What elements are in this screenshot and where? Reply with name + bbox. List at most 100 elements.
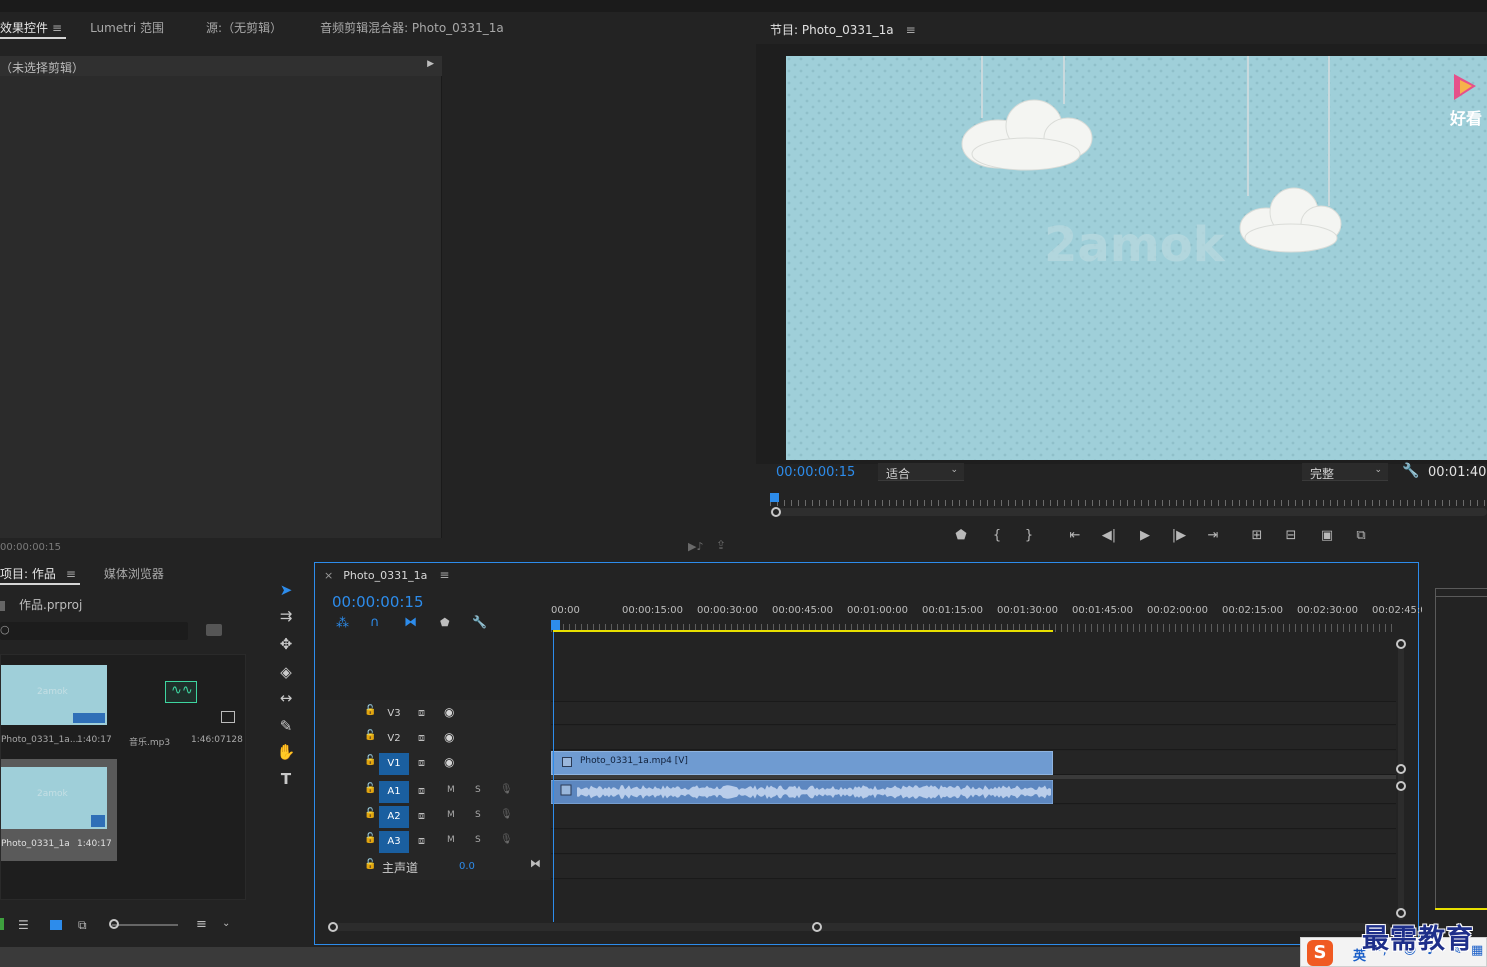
camera-icon[interactable]: ▣ [1316, 526, 1338, 546]
go-to-end-icon[interactable]: ⧓ [530, 857, 541, 870]
track-lock-icon[interactable]: 🔓 [364, 783, 376, 794]
timeline-v-scrollbar[interactable] [1398, 640, 1404, 920]
lock-toggle-icon[interactable] [0, 918, 4, 930]
panel-menu-icon[interactable]: ≡ [52, 21, 62, 35]
zoom-slider[interactable] [112, 924, 178, 926]
type-tool-icon[interactable]: T [273, 767, 299, 791]
lift-icon[interactable]: ⊞ [1246, 526, 1268, 546]
tab-lumetri-scopes[interactable]: Lumetri 范围 [76, 14, 178, 42]
track-target-v2[interactable]: V2 [379, 728, 409, 750]
audio-clip[interactable] [551, 780, 1053, 804]
compare-view-icon[interactable]: ⧉ [1350, 526, 1372, 546]
slip-tool-icon[interactable]: ↔ [273, 686, 299, 710]
project-item[interactable]: 2amok Photo_0331_1a... 1:40:17 [1, 655, 117, 755]
track-target-a1[interactable]: A1 [379, 781, 409, 803]
nest-toggle-icon[interactable]: ⁂ [336, 616, 349, 631]
timeline-timecode[interactable]: 00:00:00:15 [332, 593, 424, 611]
zoom-handle-left[interactable] [771, 507, 781, 517]
h-scroll-handle-right[interactable] [812, 922, 822, 932]
voiceover-mic-icon[interactable]: 🎙 [500, 809, 513, 820]
sync-lock-icon[interactable]: ⧈ [418, 731, 425, 745]
linked-selection-icon[interactable]: ⧓ [404, 615, 417, 630]
h-scroll-handle-left[interactable] [328, 922, 338, 932]
track-lock-icon[interactable]: 🔓 [364, 808, 376, 819]
hand-tool-icon[interactable]: ✋ [273, 740, 299, 764]
project-item[interactable]: ∿∿ 音乐.mp3 1:46:07128 [121, 655, 243, 755]
close-icon[interactable]: × [324, 569, 333, 582]
program-time-ruler[interactable] [770, 492, 1487, 518]
settings-wrench-icon[interactable]: 🔧 [1402, 463, 1419, 479]
master-lock-icon[interactable]: 🔓 [364, 859, 376, 870]
panel-menu-icon[interactable]: ≡ [66, 567, 76, 581]
razor-tool-icon[interactable]: ◈ [273, 660, 299, 684]
list-view-icon[interactable]: ☰ [18, 918, 29, 932]
master-value[interactable]: 0.0 [459, 861, 475, 872]
add-marker-icon[interactable]: ⬟ [950, 526, 972, 546]
step-back-icon[interactable]: ◀| [1098, 526, 1120, 546]
mute-button[interactable]: M [447, 810, 455, 820]
tab-audio-clip-mixer[interactable]: 音频剪辑混合器: Photo_0331_1a [306, 14, 518, 42]
panel-menu-icon[interactable]: ≡ [439, 568, 449, 582]
project-item-selected[interactable]: 2amok Photo_0331_1a 1:40:17 [1, 759, 117, 861]
zoom-select[interactable]: 适合 ⌄ [878, 463, 964, 481]
voiceover-mic-icon[interactable]: 🎙 [500, 834, 513, 845]
video-clip[interactable]: Photo_0331_1a.mp4 [V] [551, 751, 1053, 775]
tab-media-browser[interactable]: 媒体浏览器 [90, 560, 178, 588]
eye-icon[interactable]: ◉ [444, 755, 454, 769]
tab-source[interactable]: 源:（无剪辑） [192, 14, 296, 42]
freeform-view-icon[interactable]: ⧉ [78, 918, 87, 933]
sogou-logo-icon[interactable]: S [1307, 940, 1333, 966]
eye-icon[interactable]: ◉ [444, 730, 454, 744]
filter-audio-icon[interactable]: ▶♪ [688, 540, 703, 553]
chevron-down-icon[interactable]: ⌄ [222, 918, 230, 929]
tab-effect-controls[interactable]: 效果控件 ≡ [0, 14, 76, 42]
timeline-ruler[interactable]: 00:00 00:00:15:00 00:00:30:00 00:00:45:00 00… [551, 600, 1427, 636]
pen-tool-icon[interactable]: ✎ [273, 714, 299, 738]
mute-button[interactable]: M [447, 785, 455, 795]
eye-icon[interactable]: ◉ [444, 705, 454, 719]
quality-select[interactable]: 完整 ⌄ [1302, 463, 1388, 481]
voiceover-mic-icon[interactable]: 🎙 [500, 784, 513, 795]
mark-in-icon[interactable]: { [986, 526, 1008, 546]
solo-button[interactable]: S [475, 810, 481, 820]
timeline-settings-wrench-icon[interactable]: 🔧 [472, 615, 487, 629]
timeline-h-scrollbar[interactable] [330, 923, 1390, 931]
project-search-input[interactable]: ○ [0, 622, 188, 640]
tab-project[interactable]: 项目: 作品 ≡ [0, 560, 90, 588]
track-select-tool-icon[interactable]: ⇉ [273, 604, 299, 628]
track-lock-icon[interactable]: 🔓 [364, 833, 376, 844]
export-frame-icon[interactable]: ⇪ [716, 538, 726, 552]
mark-out-icon[interactable]: } [1018, 526, 1040, 546]
sort-icon[interactable]: ≡ [196, 917, 207, 932]
sync-lock-icon[interactable]: ⧈ [418, 706, 425, 720]
extract-icon[interactable]: ⊟ [1280, 526, 1302, 546]
program-timecode[interactable]: 00:00:00:15 [776, 465, 855, 480]
track-target-a3[interactable]: A3 [379, 831, 409, 853]
selection-tool-icon[interactable]: ➤ [273, 578, 299, 602]
v-scroll-handle[interactable] [1396, 639, 1406, 649]
track-target-v3[interactable]: V3 [379, 703, 409, 725]
new-bin-search-icon[interactable] [206, 624, 222, 636]
solo-button[interactable]: S [475, 785, 481, 795]
add-marker-icon[interactable]: ⬟ [440, 616, 450, 629]
timeline-playhead-marker[interactable] [551, 620, 560, 630]
track-target-a2[interactable]: A2 [379, 806, 409, 828]
play-icon[interactable]: ▶ [1134, 526, 1156, 546]
step-forward-icon[interactable]: |▶ [1168, 526, 1190, 546]
zoom-slider-handle[interactable] [109, 919, 119, 929]
timeline-tab[interactable]: × Photo_0331_1a ≡ [324, 568, 449, 582]
track-lock-icon[interactable]: 🔓 [364, 730, 376, 741]
playhead-marker[interactable] [770, 493, 779, 502]
sync-lock-icon[interactable]: ⧈ [418, 784, 425, 798]
panel-menu-icon[interactable]: ≡ [906, 23, 916, 37]
track-target-v1[interactable]: V1 [379, 753, 409, 775]
sync-lock-icon[interactable]: ⧈ [418, 809, 425, 823]
sync-lock-icon[interactable]: ⧈ [418, 834, 425, 848]
ripple-edit-tool-icon[interactable]: ✥ [273, 632, 299, 656]
go-to-in-icon[interactable]: ⇤ [1064, 526, 1086, 546]
zoom-bar[interactable] [770, 508, 1487, 516]
solo-button[interactable]: S [475, 835, 481, 845]
sync-lock-icon[interactable]: ⧈ [418, 756, 425, 770]
work-area-bar[interactable] [553, 630, 1053, 632]
snap-icon[interactable]: ∩ [370, 615, 380, 630]
